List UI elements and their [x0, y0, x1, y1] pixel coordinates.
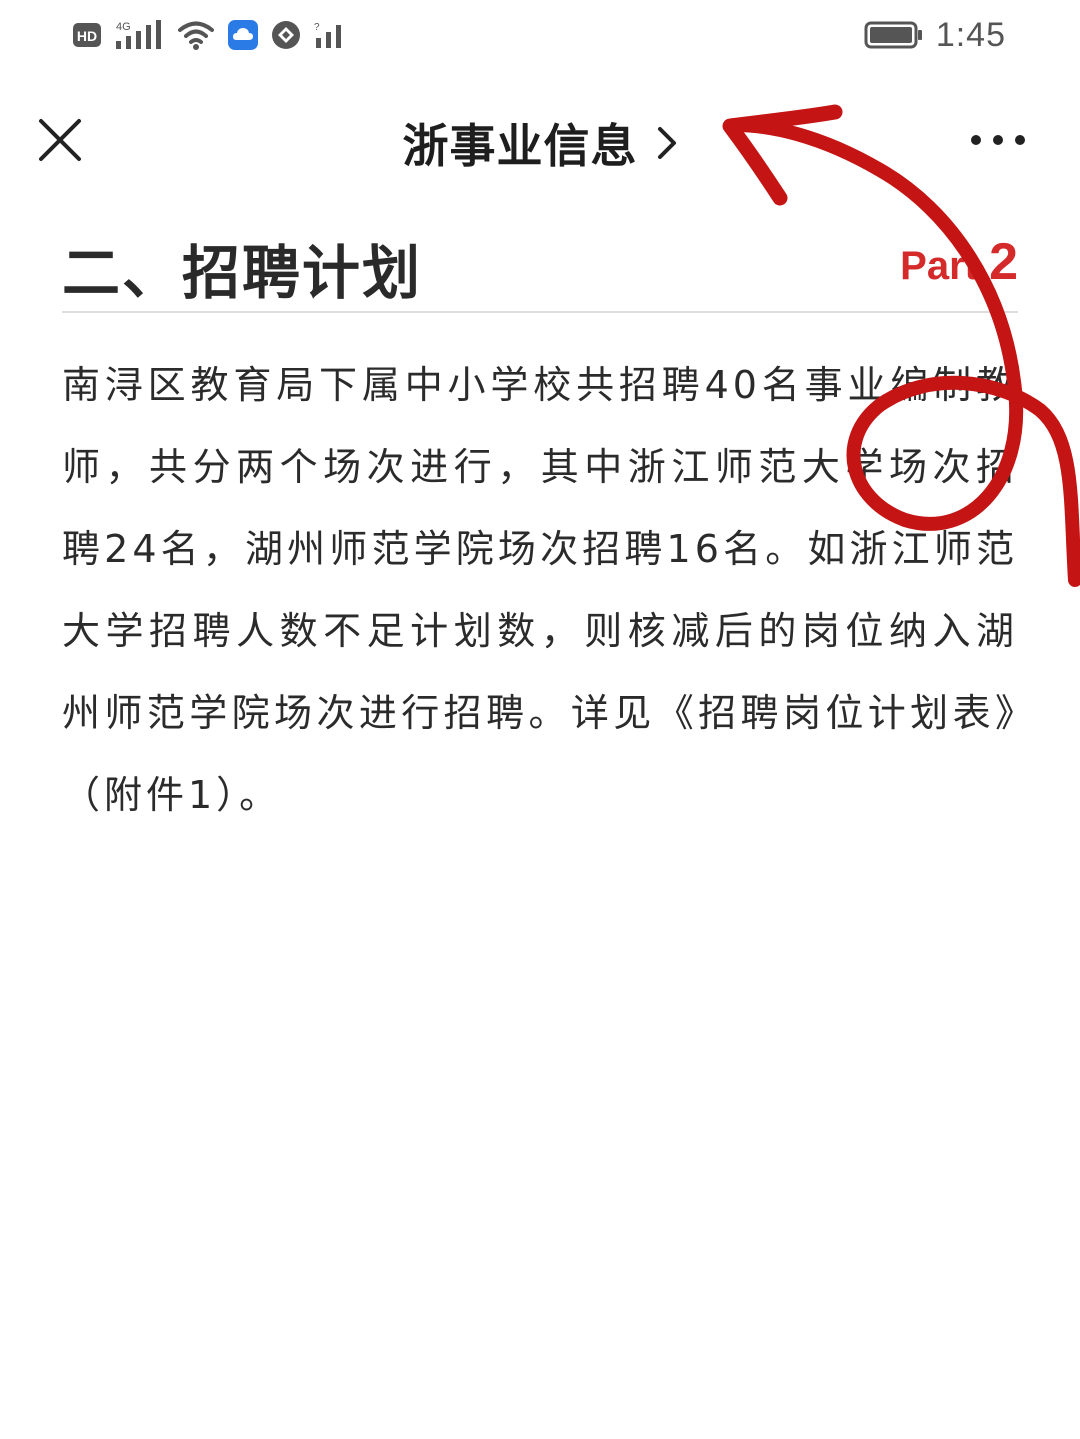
hd-icon: HD	[73, 23, 101, 47]
section-heading: 二、招聘计划 Part 2	[62, 226, 1018, 307]
part-prefix: Part	[900, 244, 990, 288]
part-label: Part 2	[900, 232, 1018, 292]
svg-text:4G: 4G	[116, 21, 131, 33]
status-time: 1:45	[935, 15, 1006, 54]
section-title: 二、招聘计划	[62, 239, 423, 307]
more-icon	[971, 135, 1025, 145]
signal-icon: ?	[314, 22, 341, 48]
nav-bar: 浙事业信息	[0, 88, 1080, 198]
svg-text:HD: HD	[77, 28, 97, 44]
status-icons-left: HD 4G ?	[72, 14, 344, 56]
part-number: 2	[989, 233, 1018, 291]
cloud-app-icon	[228, 20, 258, 50]
wifi-icon	[178, 21, 214, 50]
account-name: 浙事业信息	[402, 119, 638, 173]
article-paragraph: 南浔区教育局下属中小学校共招聘40名事业编制教师，共分两个场次进行，其中浙江师范…	[62, 363, 1018, 817]
vpn-app-icon	[272, 21, 300, 49]
signal-4g-icon: 4G	[116, 20, 161, 49]
account-title-link[interactable]: 浙事业信息	[0, 110, 1080, 176]
battery-icon	[864, 21, 922, 49]
status-bar: HD 4G ? 1:45	[0, 0, 1080, 72]
chevron-right-icon	[657, 127, 676, 159]
status-icons-right: 1:45	[864, 14, 1006, 56]
more-button[interactable]	[968, 120, 1028, 160]
screen: HD 4G ? 1:45 浙事业信息 二、招聘计划 Part 2 南浔区教育局下…	[0, 0, 1080, 1439]
svg-text:?: ?	[314, 22, 320, 33]
divider	[62, 311, 1018, 313]
